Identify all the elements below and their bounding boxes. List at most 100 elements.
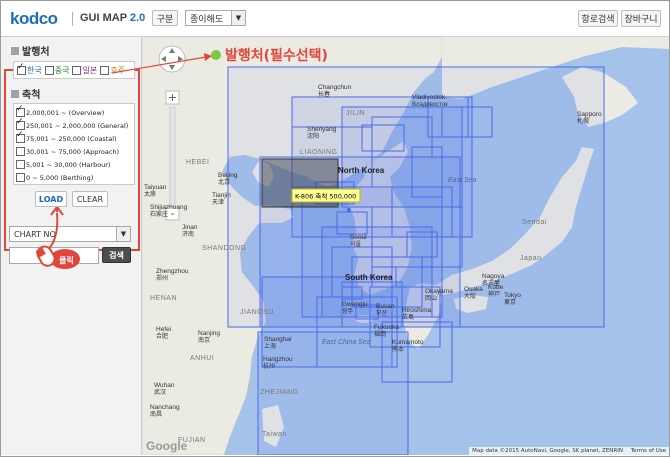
place-name: Hefei [156, 326, 172, 333]
place-name-local: 上海 [264, 343, 277, 350]
place-name: Zhengzhou [156, 268, 189, 275]
scale-option-harbour[interactable]: 5,001 ~ 30,000 (Harbour) [16, 160, 111, 169]
scale-label: 250,001 ~ 2,000,000 (General) [26, 121, 129, 130]
route-search-button[interactable]: 항로검색 [578, 10, 618, 27]
chart-point [347, 208, 351, 212]
place-label-jilin: JILIN [346, 110, 365, 117]
zoom-in-glyph: + [168, 91, 177, 104]
place-name-local: 沈阳 [307, 133, 320, 140]
place-name-local: 天津 [212, 199, 225, 206]
place-label-sendai: Sendai [522, 219, 547, 226]
place-name-local: 福岡 [374, 331, 387, 338]
chart-type-value: 종이해도 [190, 14, 224, 25]
place-name: ANHUI [190, 355, 215, 362]
place-label-shanghai: Shanghai 上海 [264, 336, 291, 350]
chart-tooltip-text: K-806 축척 500,000 [295, 192, 356, 201]
place-name: South Korea [345, 273, 393, 282]
scale-option-berthing[interactable]: 0 ~ 5,000 (Berthing) [16, 173, 93, 182]
place-label-east-china-sea: East China Sea [322, 339, 371, 346]
place-name: Shenyang [307, 126, 337, 133]
place-label-zhengzhou: Zhengzhou 郑州 [156, 268, 189, 282]
place-name-local: 札幌 [577, 118, 590, 125]
place-name: Vladivostok [412, 94, 446, 101]
place-name-local: Владивосток [412, 101, 448, 108]
place-name-local: 南京 [198, 337, 211, 344]
zoom-slider-track[interactable] [169, 106, 176, 208]
scale-label: 0 ~ 5,000 (Berthing) [26, 173, 94, 182]
place-label-north-korea: North Korea [338, 167, 384, 175]
place-label-hebei: HEBEI [186, 159, 210, 166]
cart-button[interactable]: 장바구니 [621, 10, 661, 27]
click-label: 클릭 [59, 256, 74, 265]
top-bar: kodco GUI MAP 2.0 구분 종이해도 ▼ 항로검색 장바구니 [1, 1, 669, 37]
place-name-local: 济南 [182, 231, 195, 238]
place-label-tokyo: Tokyo 東京 [504, 292, 521, 306]
checkbox-korea[interactable] [17, 62, 26, 75]
publisher-label-korea: 한국 [27, 65, 42, 75]
place-label-tianjin: Tianjin 天津 [212, 192, 231, 206]
place-label-east-sea: East Sea [448, 177, 476, 184]
place-name: Jinan [182, 224, 198, 231]
place-label-changchun: Changchun 长春 [318, 84, 352, 98]
place-name: SHANDONG [202, 245, 247, 252]
place-label-osaka: Osaka 大阪 [464, 286, 483, 300]
place-name: ZHEJIANG [260, 389, 299, 396]
scale-option-general[interactable]: 250,001 ~ 2,000,000 (General) [16, 117, 129, 130]
place-name: Tianjin [212, 192, 231, 199]
place-label-japan: Japan [520, 255, 542, 262]
clear-button[interactable]: CLEAR [72, 191, 108, 207]
place-label-taiyuan: Taiyuan 太原 [144, 184, 166, 198]
place-name: Changchun [318, 84, 352, 91]
checkbox-china[interactable] [44, 65, 54, 75]
terms-link[interactable]: Terms of Use [631, 448, 666, 454]
place-name: Seoul [350, 234, 367, 241]
scale-label: 75,001 ~ 250,000 (Coastal) [26, 134, 117, 143]
checkbox[interactable] [16, 160, 25, 169]
place-name: JIANGSU [240, 309, 274, 316]
place-name: Hangzhou [263, 356, 293, 363]
place-name: Sapporo [577, 111, 602, 118]
checkbox-japan[interactable] [72, 65, 82, 75]
scale-checkbox-group: 2,000,001 ~ (Overview) 250,001 ~ 2,000,0… [13, 103, 135, 185]
place-label-wuhan: Wuhan 武汉 [154, 382, 174, 396]
place-name-local: 광주 [342, 308, 354, 315]
app-title-text: GUI MAP [80, 12, 127, 24]
place-name: LIAONING [300, 149, 338, 156]
place-label-henan: HENAN [150, 295, 177, 302]
checkbox[interactable] [16, 117, 25, 130]
place-name-local: 岡山 [425, 295, 438, 302]
checkbox-australia[interactable] [100, 65, 110, 75]
scale-option-approach[interactable]: 30,001 ~ 75,000 (Approach) [16, 147, 119, 156]
place-name-local: 武汉 [154, 389, 167, 396]
place-name: Sendai [522, 219, 547, 226]
place-label-south-korea: South Korea [345, 274, 393, 282]
map-attribution: Map data ©2015 AutoNavi, Google, SK plan… [469, 447, 669, 455]
pan-control[interactable] [158, 45, 186, 73]
place-name: Tokyo [504, 292, 521, 299]
checkbox[interactable] [16, 104, 25, 117]
publisher-label-australia: 호주 [110, 65, 125, 75]
checkbox[interactable] [16, 173, 25, 182]
chart-type-select[interactable]: 종이해도 ▼ [185, 10, 246, 26]
logo-divider [72, 12, 73, 26]
load-button[interactable]: LOAD [35, 191, 67, 207]
category-button[interactable]: 구분 [152, 10, 178, 26]
left-panel: 발행처 한국 중국 일본 호주 축척 2,000,001 ~ (Overview… [1, 37, 142, 455]
place-name-local: 太原 [144, 191, 157, 198]
place-label-jiangsu: JIANGSU [240, 309, 274, 316]
publisher-section-title: 발행처 [11, 43, 50, 58]
place-name: East Sea [448, 177, 477, 184]
attribution-text: Map data ©2015 AutoNavi, Google, SK plan… [472, 448, 623, 454]
app-version: 2.0 [129, 12, 146, 24]
map-canvas[interactable]: + - K-806 축척 500,000 Google Map data ©20… [142, 37, 669, 455]
place-label-sapporo: Sapporo 札幌 [577, 111, 602, 125]
scale-label: 2,000,001 ~ (Overview) [26, 108, 105, 117]
publisher-label-japan: 일본 [82, 65, 98, 75]
scale-option-overview[interactable]: 2,000,001 ~ (Overview) [16, 104, 105, 117]
scale-option-coastal[interactable]: 75,001 ~ 250,000 (Coastal) [16, 130, 117, 143]
place-label-seoul: Seoul 서울 [350, 234, 367, 248]
checkbox[interactable] [16, 147, 25, 156]
folder-icon [11, 46, 19, 55]
checkbox[interactable] [16, 130, 25, 143]
place-name: Kumamoto [392, 339, 424, 346]
